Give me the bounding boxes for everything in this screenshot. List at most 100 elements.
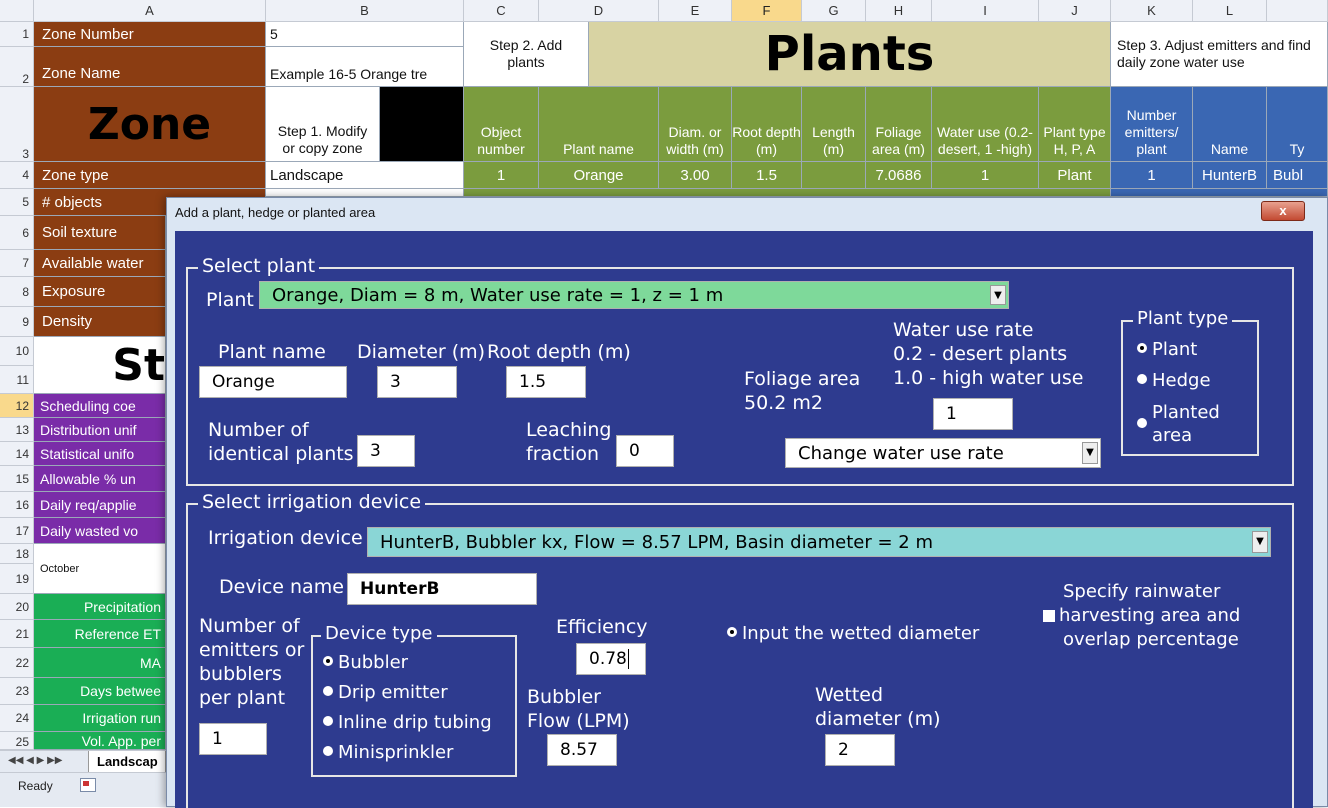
column-header-i[interactable]: I — [932, 0, 1039, 22]
row-header[interactable]: 3 — [0, 87, 34, 162]
column-header-h[interactable]: H — [866, 0, 932, 22]
row-header[interactable]: 1 — [0, 22, 34, 47]
column-header-e[interactable]: E — [659, 0, 732, 22]
radio-checked-icon[interactable] — [323, 656, 333, 666]
month-cell[interactable]: October — [34, 544, 166, 594]
device-type-minisprinkler[interactable]: Minisprinkler — [323, 742, 453, 763]
row-header[interactable]: 13 — [0, 418, 34, 442]
tab-nav-arrows[interactable]: ◀◀ ◀ ▶ ▶▶ — [8, 755, 62, 766]
radio-icon[interactable] — [323, 686, 333, 696]
cell-device-name[interactable]: HunterB — [1193, 162, 1267, 189]
row-header[interactable]: 6 — [0, 216, 34, 250]
efficiency-input[interactable]: 0.78 — [576, 643, 646, 675]
radio-checked-icon[interactable] — [1137, 343, 1147, 353]
column-header-b[interactable]: B — [266, 0, 464, 22]
column-header-k[interactable]: K — [1111, 0, 1193, 22]
cell-length[interactable] — [802, 162, 866, 189]
irrigation-device-combo[interactable]: HunterB, Bubbler kx, Flow = 8.57 LPM, Ba… — [367, 527, 1271, 557]
row-header[interactable]: 15 — [0, 466, 34, 492]
precipitation-label: Precipitation — [34, 594, 166, 620]
row-header[interactable]: 20 — [0, 594, 34, 620]
input-wetted-option[interactable]: Input the wetted diameter — [727, 623, 979, 644]
row-header[interactable]: 17 — [0, 518, 34, 544]
plant-type-hedge[interactable]: Hedge — [1137, 370, 1211, 391]
row-header[interactable]: 11 — [0, 366, 34, 394]
row-header[interactable]: 25 — [0, 732, 34, 750]
wetted-diameter-input[interactable]: 2 — [825, 734, 895, 766]
cell-plant-name[interactable]: Orange — [539, 162, 659, 189]
column-header-l[interactable]: L — [1193, 0, 1267, 22]
row-header[interactable]: 18 — [0, 544, 34, 564]
row-header[interactable]: 24 — [0, 705, 34, 732]
device-type-inline[interactable]: Inline drip tubing — [323, 712, 492, 733]
row-header[interactable]: 10 — [0, 337, 34, 366]
cell-root-depth[interactable]: 1.5 — [732, 162, 802, 189]
checkbox-icon[interactable] — [1043, 610, 1055, 622]
row-header[interactable]: 16 — [0, 492, 34, 518]
row-header[interactable]: 7 — [0, 250, 34, 277]
close-button[interactable]: x — [1261, 201, 1305, 221]
rainwater-checkbox[interactable]: harvesting area and — [1043, 605, 1240, 626]
sheet-tab[interactable]: Landscap — [88, 751, 166, 773]
step2-button[interactable]: Step 2. Add plants — [464, 22, 589, 87]
chevron-down-icon[interactable]: ▼ — [1252, 531, 1268, 553]
radio-icon[interactable] — [323, 716, 333, 726]
water-use-input[interactable]: 1 — [933, 398, 1013, 430]
device-type-bubbler[interactable]: Bubbler — [323, 652, 408, 673]
row-header[interactable]: 4 — [0, 162, 34, 189]
radio-icon[interactable] — [323, 746, 333, 756]
column-header-j[interactable]: J — [1039, 0, 1111, 22]
macro-record-icon[interactable] — [80, 778, 96, 792]
row-header[interactable]: 21 — [0, 620, 34, 648]
cell-water-use[interactable]: 1 — [932, 162, 1039, 189]
row-header[interactable]: 12 — [0, 394, 34, 418]
row-header[interactable]: 23 — [0, 678, 34, 705]
column-header-m[interactable] — [1267, 0, 1328, 22]
device-name-input[interactable]: HunterB — [347, 573, 537, 605]
number-plants-input[interactable]: 3 — [357, 435, 415, 467]
change-water-use-combo[interactable]: Change water use rate ▼ — [785, 438, 1101, 468]
leaching-input[interactable]: 0 — [616, 435, 674, 467]
column-header-f[interactable]: F — [732, 0, 802, 22]
step3-button[interactable]: Step 3. Adjust emitters and find daily z… — [1111, 22, 1328, 87]
zone-type-value[interactable]: Landscape — [266, 162, 464, 189]
column-header-d[interactable]: D — [539, 0, 659, 22]
radio-icon[interactable] — [1137, 418, 1147, 428]
radio-icon[interactable] — [1137, 374, 1147, 384]
row-header[interactable]: 22 — [0, 648, 34, 678]
diameter-input[interactable]: 3 — [377, 366, 457, 398]
cell-device-type[interactable]: Bubl — [1267, 162, 1328, 189]
plant-type-planted-area[interactable]: Planted — [1137, 402, 1220, 428]
rain-label-2: harvesting area and — [1059, 605, 1241, 626]
flow-input[interactable]: 8.57 — [547, 734, 617, 766]
chevron-down-icon[interactable]: ▼ — [990, 285, 1006, 305]
row-header[interactable]: 5 — [0, 189, 34, 216]
chevron-down-icon[interactable]: ▼ — [1082, 442, 1098, 464]
column-header-g[interactable]: G — [802, 0, 866, 22]
row-header[interactable]: 19 — [0, 564, 34, 594]
cell-object-number[interactable]: 1 — [464, 162, 539, 189]
column-header-c[interactable]: C — [464, 0, 539, 22]
row-header[interactable]: 8 — [0, 277, 34, 307]
black-block — [380, 87, 464, 162]
zone-number-value[interactable]: 5 — [266, 22, 464, 47]
column-header-a[interactable]: A — [34, 0, 266, 22]
radio-checked-icon[interactable] — [727, 627, 737, 637]
root-depth-input[interactable]: 1.5 — [506, 366, 586, 398]
plant-type-plant[interactable]: Plant — [1137, 339, 1197, 360]
cell-plant-type[interactable]: Plant — [1039, 162, 1111, 189]
plant-combo[interactable]: Orange, Diam = 8 m, Water use rate = 1, … — [259, 281, 1009, 309]
row-header[interactable]: 9 — [0, 307, 34, 337]
select-all-corner[interactable] — [0, 0, 34, 22]
device-type-drip[interactable]: Drip emitter — [323, 682, 448, 703]
row-header[interactable]: 2 — [0, 47, 34, 87]
objects-value[interactable] — [266, 189, 464, 197]
cell-diameter[interactable]: 3.00 — [659, 162, 732, 189]
step1-button[interactable]: Step 1. Modify or copy zone — [266, 87, 380, 162]
row-header[interactable]: 14 — [0, 442, 34, 466]
zone-name-value[interactable]: Example 16-5 Orange tre — [266, 47, 464, 87]
plant-name-input[interactable]: Orange — [199, 366, 347, 398]
cell-emitters[interactable]: 1 — [1111, 162, 1193, 189]
cell-foliage-area[interactable]: 7.0686 — [866, 162, 932, 189]
emitters-input[interactable]: 1 — [199, 723, 267, 755]
